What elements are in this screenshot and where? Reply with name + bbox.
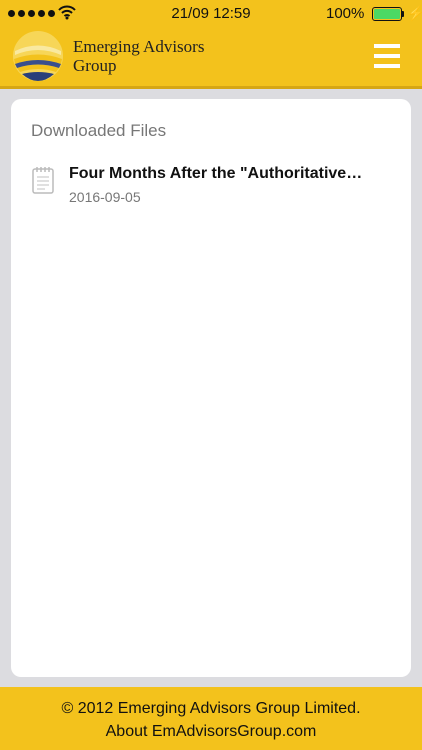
battery-percent: 100% bbox=[326, 5, 365, 22]
hamburger-menu-button[interactable] bbox=[370, 42, 402, 70]
footer-copyright: © 2012 Emerging Advisors Group Limited. bbox=[61, 700, 361, 717]
charging-icon: ⚡ bbox=[407, 5, 422, 21]
app-bar: Emerging Advisors Group bbox=[0, 28, 422, 86]
brand-name: Emerging Advisors Group bbox=[73, 37, 204, 75]
downloads-title: Downloaded Files bbox=[31, 121, 167, 140]
status-bar: 21/09 12:59 100% ⚡ bbox=[0, 0, 422, 28]
battery-tip bbox=[402, 11, 404, 17]
hamburger-menu-icon bbox=[374, 44, 400, 48]
emerging-advisors-logo bbox=[13, 31, 63, 81]
hamburger-menu-icon-bar3 bbox=[374, 64, 400, 68]
battery-icon bbox=[372, 7, 402, 21]
document-icon bbox=[32, 167, 54, 194]
app-header: 21/09 12:59 100% ⚡ Emerging Advisors Gro… bbox=[0, 0, 422, 89]
footer: © 2012 Emerging Advisors Group Limited. … bbox=[0, 687, 422, 750]
downloaded-file-item[interactable]: Four Months After the "Authoritative… 20… bbox=[31, 163, 401, 211]
downloads-card: Downloaded Files Four Months After the "… bbox=[11, 99, 411, 677]
file-date: 2016-09-05 bbox=[69, 189, 141, 205]
file-title[interactable]: Four Months After the "Authoritative… bbox=[69, 165, 399, 183]
brand-line1: Emerging Advisors bbox=[73, 37, 205, 56]
brand-line2: Group bbox=[73, 56, 117, 75]
footer-about-link[interactable]: About EmAdvisorsGroup.com bbox=[0, 723, 422, 741]
hamburger-menu-icon-bar2 bbox=[374, 54, 400, 58]
